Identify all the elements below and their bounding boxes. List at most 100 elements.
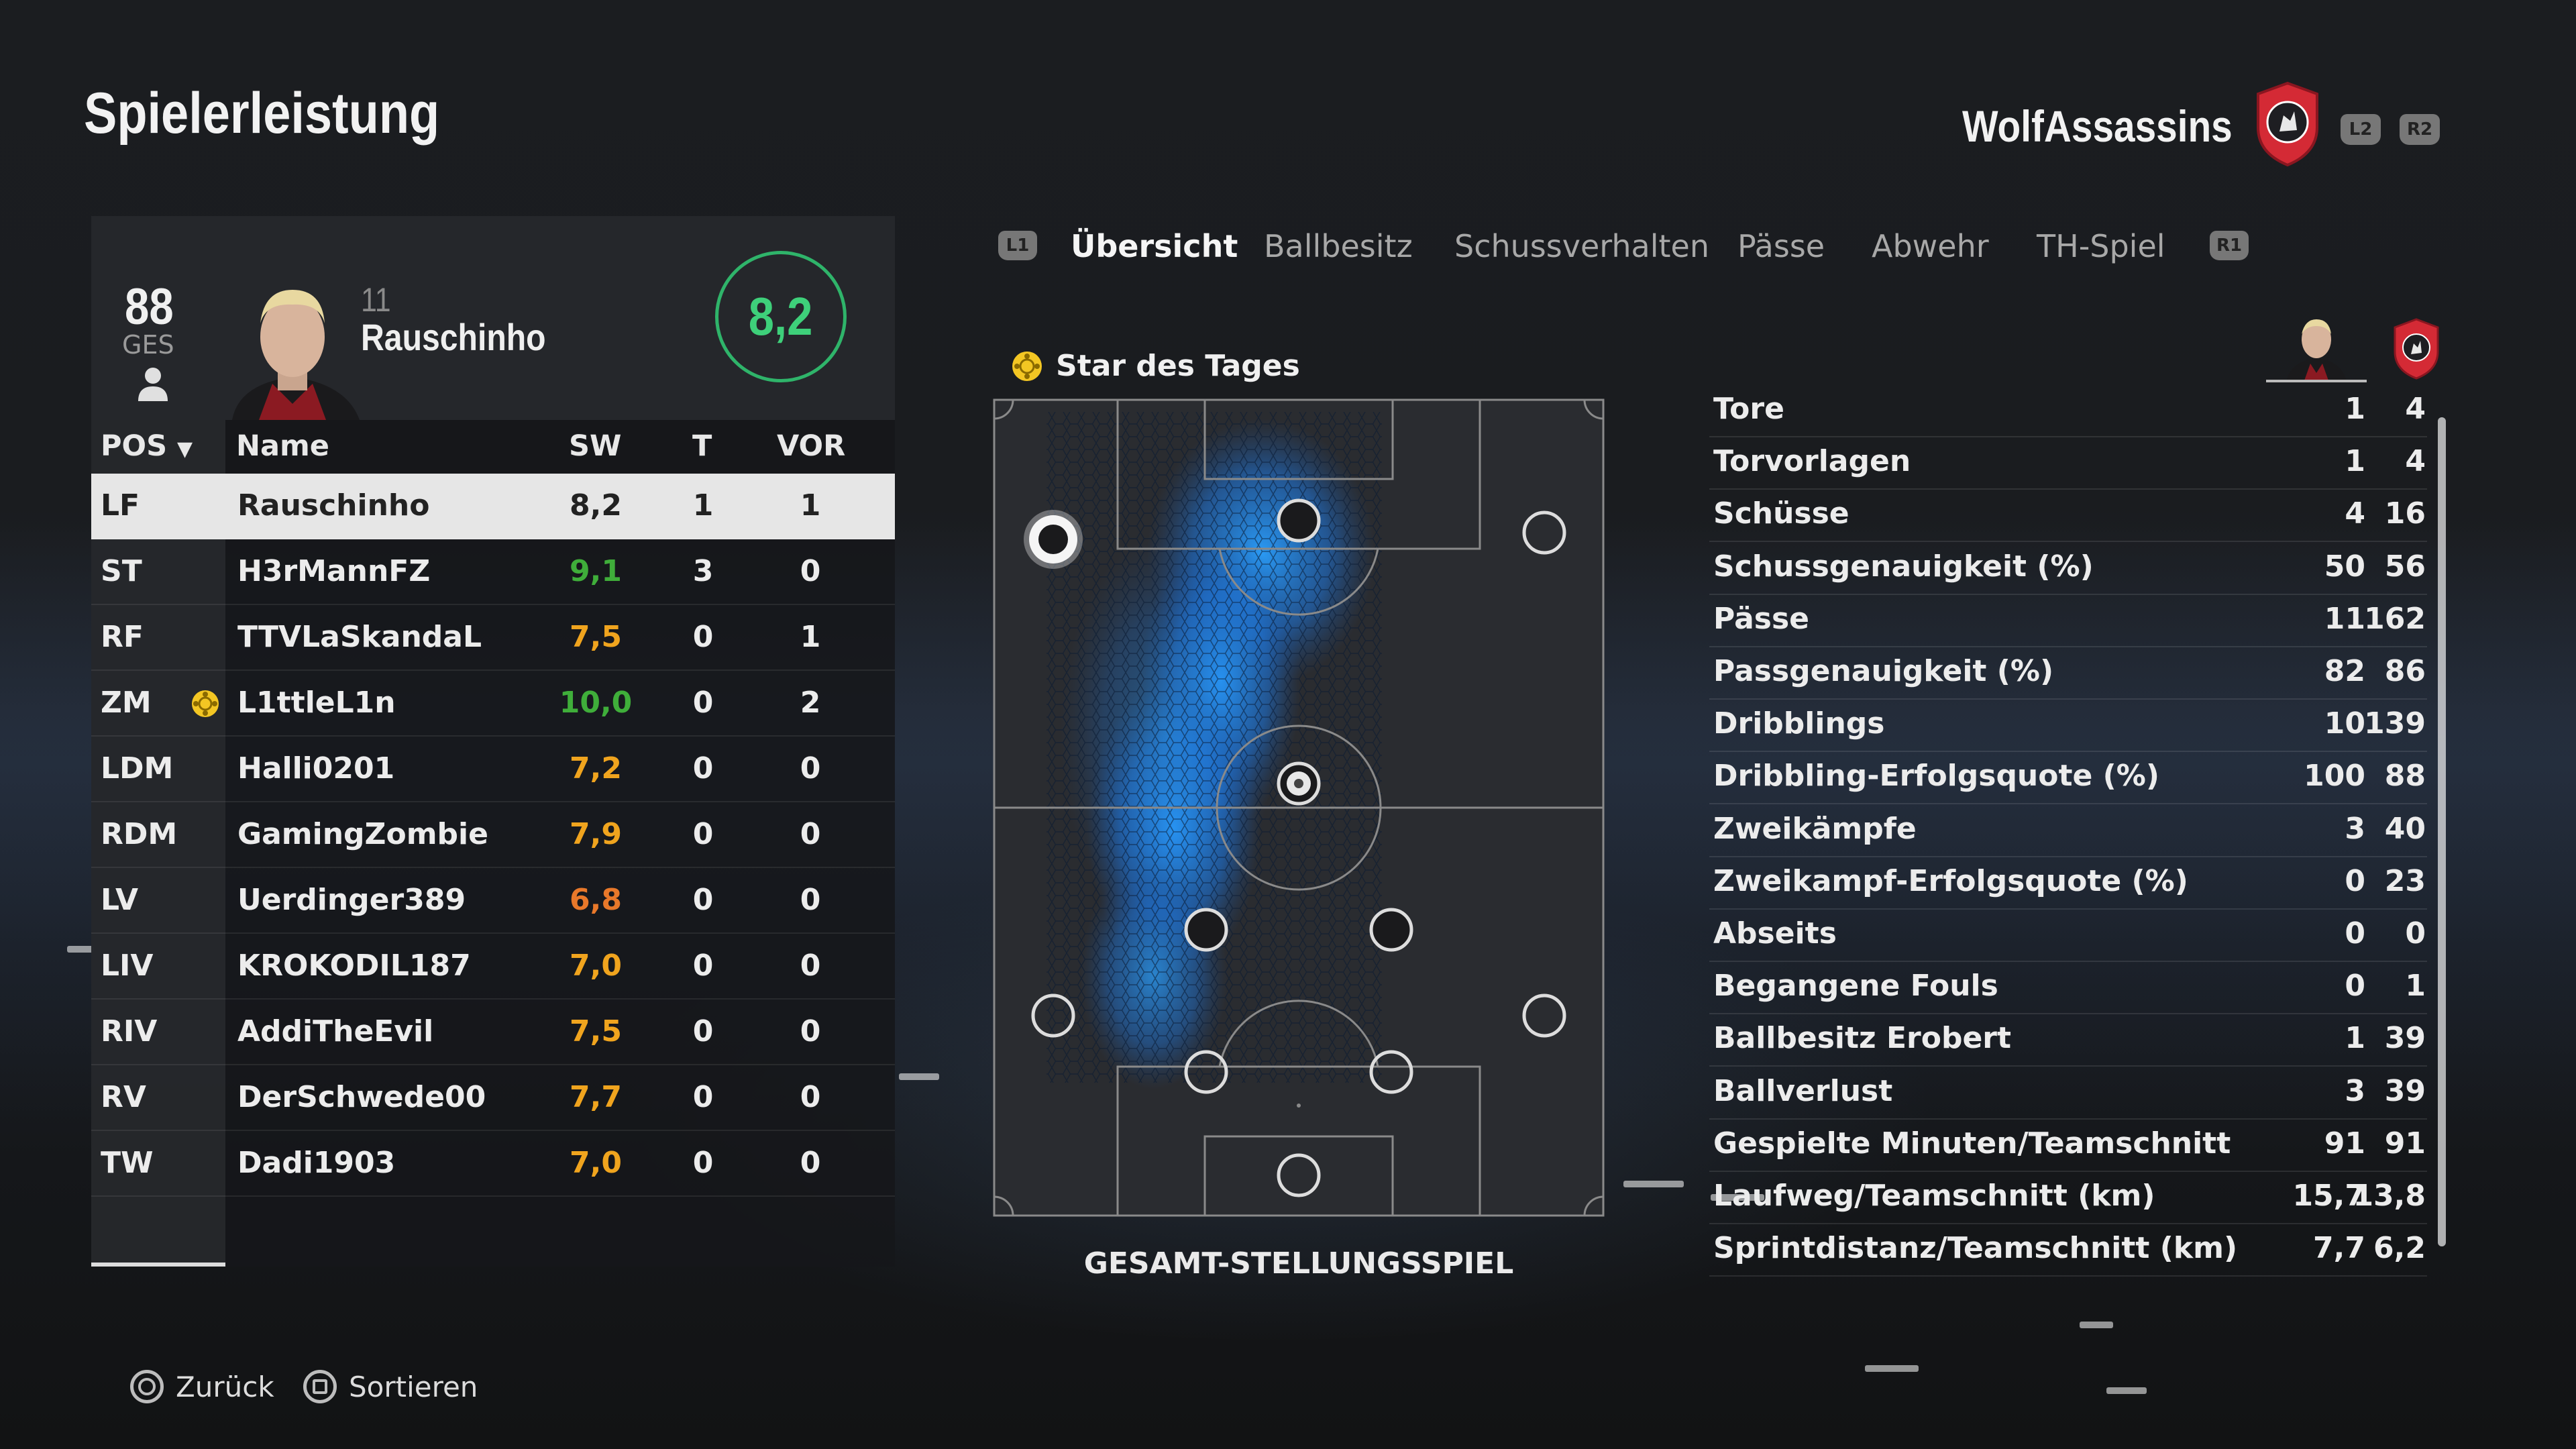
page-title: Spielerleistung	[84, 81, 440, 146]
stat-team-value: 1	[2405, 969, 2426, 1004]
star-of-the-day: Star des Tages	[1010, 349, 1300, 383]
header-name[interactable]: Name	[236, 429, 329, 463]
team-name: WolfAssassins	[1962, 101, 2233, 151]
row-rating: 10,0	[559, 686, 633, 720]
stat-label: Schüsse	[1713, 496, 1849, 531]
tab-uebersicht[interactable]: Übersicht	[1071, 228, 1238, 264]
header-sw[interactable]: SW	[569, 429, 621, 463]
table-row[interactable]: RV DerSchwede00 7,7 0 0	[91, 1065, 895, 1131]
table-row[interactable]: TW Dadi1903 7,0 0 0	[91, 1131, 895, 1197]
tab-paesse[interactable]: Pässe	[1737, 228, 1825, 264]
stat-row: Ballverlust 3 39	[1709, 1066, 2427, 1120]
row-position: LDM	[101, 751, 174, 786]
stat-row: Dribbling-Erfolgsquote (%) 100 88	[1709, 751, 2427, 805]
table-row[interactable]: ST H3rMannFZ 9,1 3 0	[91, 539, 895, 605]
person-icon	[138, 368, 168, 401]
table-row[interactable]: ZM L1ttleL1n 10,0 0 2	[91, 671, 895, 737]
stat-row: Dribblings 10 139	[1709, 698, 2427, 753]
header-pos-label: POS	[101, 429, 168, 463]
row-goals: 0	[692, 1014, 714, 1049]
player-name: Rauschinho	[361, 316, 546, 358]
player-table: POS ▼ Name SW T VOR LF Rauschinho 8,2 1 1 ST H…	[91, 420, 895, 1267]
table-row[interactable]: LV Uerdinger389 6,8 0 0	[91, 868, 895, 934]
r1-button[interactable]: R1	[2210, 231, 2249, 260]
stat-team-value: 4	[2405, 444, 2426, 479]
row-rating: 7,7	[570, 1080, 622, 1114]
stat-label: Pässe	[1713, 601, 1809, 636]
stat-player-value: 3	[2345, 1073, 2365, 1108]
header-t[interactable]: T	[692, 429, 712, 463]
stat-team-value: 13,8	[2353, 1179, 2426, 1213]
table-row[interactable]: LDM Halli0201 7,2 0 0	[91, 737, 895, 802]
row-rating: 8,2	[570, 488, 622, 523]
table-row[interactable]: RIV AddiTheEvil 7,5 0 0	[91, 1000, 895, 1065]
sort-label: Sortieren	[349, 1370, 478, 1403]
row-name: AddiTheEvil	[237, 1014, 434, 1049]
background-light-stripe	[1623, 1181, 1684, 1187]
stats-scrollbar[interactable]	[2438, 417, 2446, 1246]
row-goals: 0	[692, 949, 714, 983]
row-position: LIV	[101, 949, 154, 983]
row-goals: 3	[692, 554, 714, 588]
stat-player-value: 1	[2345, 1021, 2365, 1056]
stat-player-value: 4	[2345, 496, 2365, 531]
tab-th-spiel[interactable]: TH-Spiel	[2037, 228, 2165, 264]
stat-label: Laufweg/Teamschnitt (km)	[1713, 1179, 2155, 1213]
tab-schussverhalten[interactable]: Schussverhalten	[1454, 228, 1709, 264]
stat-label: Begangene Fouls	[1713, 969, 1998, 1004]
row-rating: 6,8	[570, 883, 622, 917]
stat-label: Gespielte Minuten/Teamschnitt	[1713, 1126, 2231, 1161]
table-row[interactable]: LIV KROKODIL187 7,0 0 0	[91, 934, 895, 1000]
header-vor[interactable]: VOR	[777, 429, 845, 463]
l1-button[interactable]: L1	[998, 231, 1037, 260]
row-goals: 0	[692, 1146, 714, 1180]
stat-row: Zweikampf-Erfolgsquote (%) 0 23	[1709, 856, 2427, 910]
stat-label: Schussgenauigkeit (%)	[1713, 549, 2094, 584]
stat-row: Sprintdistanz/Teamschnitt (km) 7,7 6,2	[1709, 1223, 2427, 1277]
table-row[interactable]: RDM GamingZombie 7,9 0 0	[91, 802, 895, 868]
row-goals: 0	[692, 751, 714, 786]
row-name: TTVLaSkandaL	[237, 620, 482, 654]
row-assists: 0	[800, 554, 821, 588]
row-name: DerSchwede00	[237, 1080, 486, 1114]
background-light-stripe	[2106, 1387, 2147, 1394]
row-assists: 0	[800, 883, 821, 917]
stats-scrollbar-thumb[interactable]	[2438, 417, 2446, 1246]
row-rating: 7,9	[570, 817, 622, 851]
row-rating: 7,5	[570, 1014, 622, 1049]
r2-button[interactable]: R2	[2400, 114, 2440, 145]
header-pos[interactable]: POS ▼	[101, 429, 193, 463]
row-assists: 0	[800, 1080, 821, 1114]
stat-team-value: 88	[2384, 759, 2426, 794]
sort-hint[interactable]: Sortieren	[303, 1370, 478, 1403]
player-overall: 88	[125, 278, 174, 335]
row-goals: 0	[692, 883, 714, 917]
stat-label: Ballverlust	[1713, 1073, 1893, 1108]
row-position: LF	[101, 488, 140, 523]
player-rating: 8,2	[749, 286, 813, 346]
table-row[interactable]: LF Rauschinho 8,2 1 1	[91, 474, 895, 539]
table-row[interactable]: RF TTVLaSkandaL 7,5 0 1	[91, 605, 895, 671]
row-position: RDM	[101, 817, 178, 851]
tab-abwehr[interactable]: Abwehr	[1872, 228, 1989, 264]
stat-team-value: 162	[2364, 601, 2426, 636]
back-hint[interactable]: Zurück	[130, 1370, 274, 1403]
stat-label: Zweikämpfe	[1713, 811, 1917, 846]
row-name: L1ttleL1n	[237, 686, 396, 720]
tab-ballbesitz[interactable]: Ballbesitz	[1264, 228, 1413, 264]
ball-icon	[1287, 771, 1311, 796]
square-button-icon	[303, 1370, 337, 1403]
row-assists: 0	[800, 949, 821, 983]
stat-team-value: 4	[2405, 392, 2426, 426]
player-number: 11	[361, 281, 391, 319]
stat-team-value: 6,2	[2373, 1231, 2426, 1266]
stat-row: Schussgenauigkeit (%) 50 56	[1709, 541, 2427, 595]
back-label: Zurück	[176, 1370, 274, 1403]
stat-team-value: 139	[2364, 706, 2426, 741]
stat-label: Sprintdistanz/Teamschnitt (km)	[1713, 1231, 2238, 1266]
stat-row: Schüsse 4 16	[1709, 488, 2427, 543]
row-position: RF	[101, 620, 144, 654]
l2-button[interactable]: L2	[2341, 114, 2381, 145]
row-goals: 1	[692, 488, 714, 523]
stat-team-value: 23	[2384, 863, 2426, 898]
